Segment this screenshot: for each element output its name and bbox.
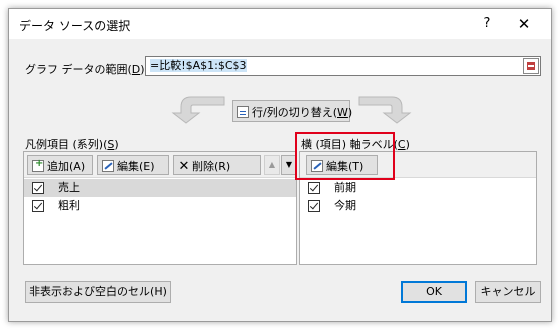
add-series-button[interactable]: 追加(A)	[27, 155, 93, 175]
edit-icon	[102, 160, 114, 172]
ok-button[interactable]: OK	[401, 281, 467, 303]
edit-series-button[interactable]: 編集(E)	[97, 155, 169, 175]
legend-entries-panel: 追加(A) 編集(E) ✕削除(R) ▲ ▼ 売上 粗利	[23, 151, 297, 265]
cancel-button[interactable]: キャンセル	[475, 281, 541, 303]
switch-row-column-button[interactable]: 行/列の切り替え(W)	[232, 100, 352, 122]
move-up-button[interactable]: ▲	[264, 155, 280, 175]
close-button[interactable]: ✕	[514, 14, 534, 34]
axis-list: 前期 今期	[300, 179, 536, 215]
delete-x-icon: ✕	[178, 159, 190, 174]
help-button[interactable]: ?	[477, 14, 497, 34]
legend-entries-label: 凡例項目 (系列)(S)	[25, 138, 119, 151]
chart-range-value: =比較!$A$1:$C$3	[150, 59, 247, 72]
curved-arrow-right-icon	[358, 96, 412, 124]
hidden-empty-cells-button[interactable]: 非表示および空白のセル(H)	[25, 281, 171, 303]
axis-item-previous-period[interactable]: 前期	[300, 179, 536, 197]
legend-checkbox[interactable]	[32, 182, 44, 194]
legend-item-sales[interactable]: 売上	[24, 179, 296, 197]
axis-item-current-period[interactable]: 今期	[300, 197, 536, 215]
collapse-dialog-icon[interactable]	[523, 58, 539, 74]
chart-range-input[interactable]: =比較!$A$1:$C$3	[145, 56, 541, 76]
dialog-title: データ ソースの選択	[19, 19, 131, 33]
legend-checkbox[interactable]	[32, 200, 44, 212]
chart-range-label: グラフ データの範囲(D):	[25, 63, 148, 76]
legend-toolbar: 追加(A) 編集(E) ✕削除(R) ▲ ▼	[24, 152, 297, 178]
curved-arrow-left-icon	[171, 96, 225, 124]
highlight-annotation-box	[295, 132, 395, 180]
title-bar: データ ソースの選択 ? ✕	[9, 9, 551, 39]
select-data-source-dialog: データ ソースの選択 ? ✕ グラフ データの範囲(D): =比較!$A$1:$…	[8, 8, 552, 322]
switch-row-column-icon	[237, 106, 249, 118]
delete-series-button[interactable]: ✕ 削除(R)	[173, 155, 261, 175]
add-icon	[32, 158, 44, 172]
legend-list: 売上 粗利	[24, 179, 296, 215]
legend-item-gross-profit[interactable]: 粗利	[24, 197, 296, 215]
axis-checkbox[interactable]	[308, 182, 320, 194]
axis-checkbox[interactable]	[308, 200, 320, 212]
